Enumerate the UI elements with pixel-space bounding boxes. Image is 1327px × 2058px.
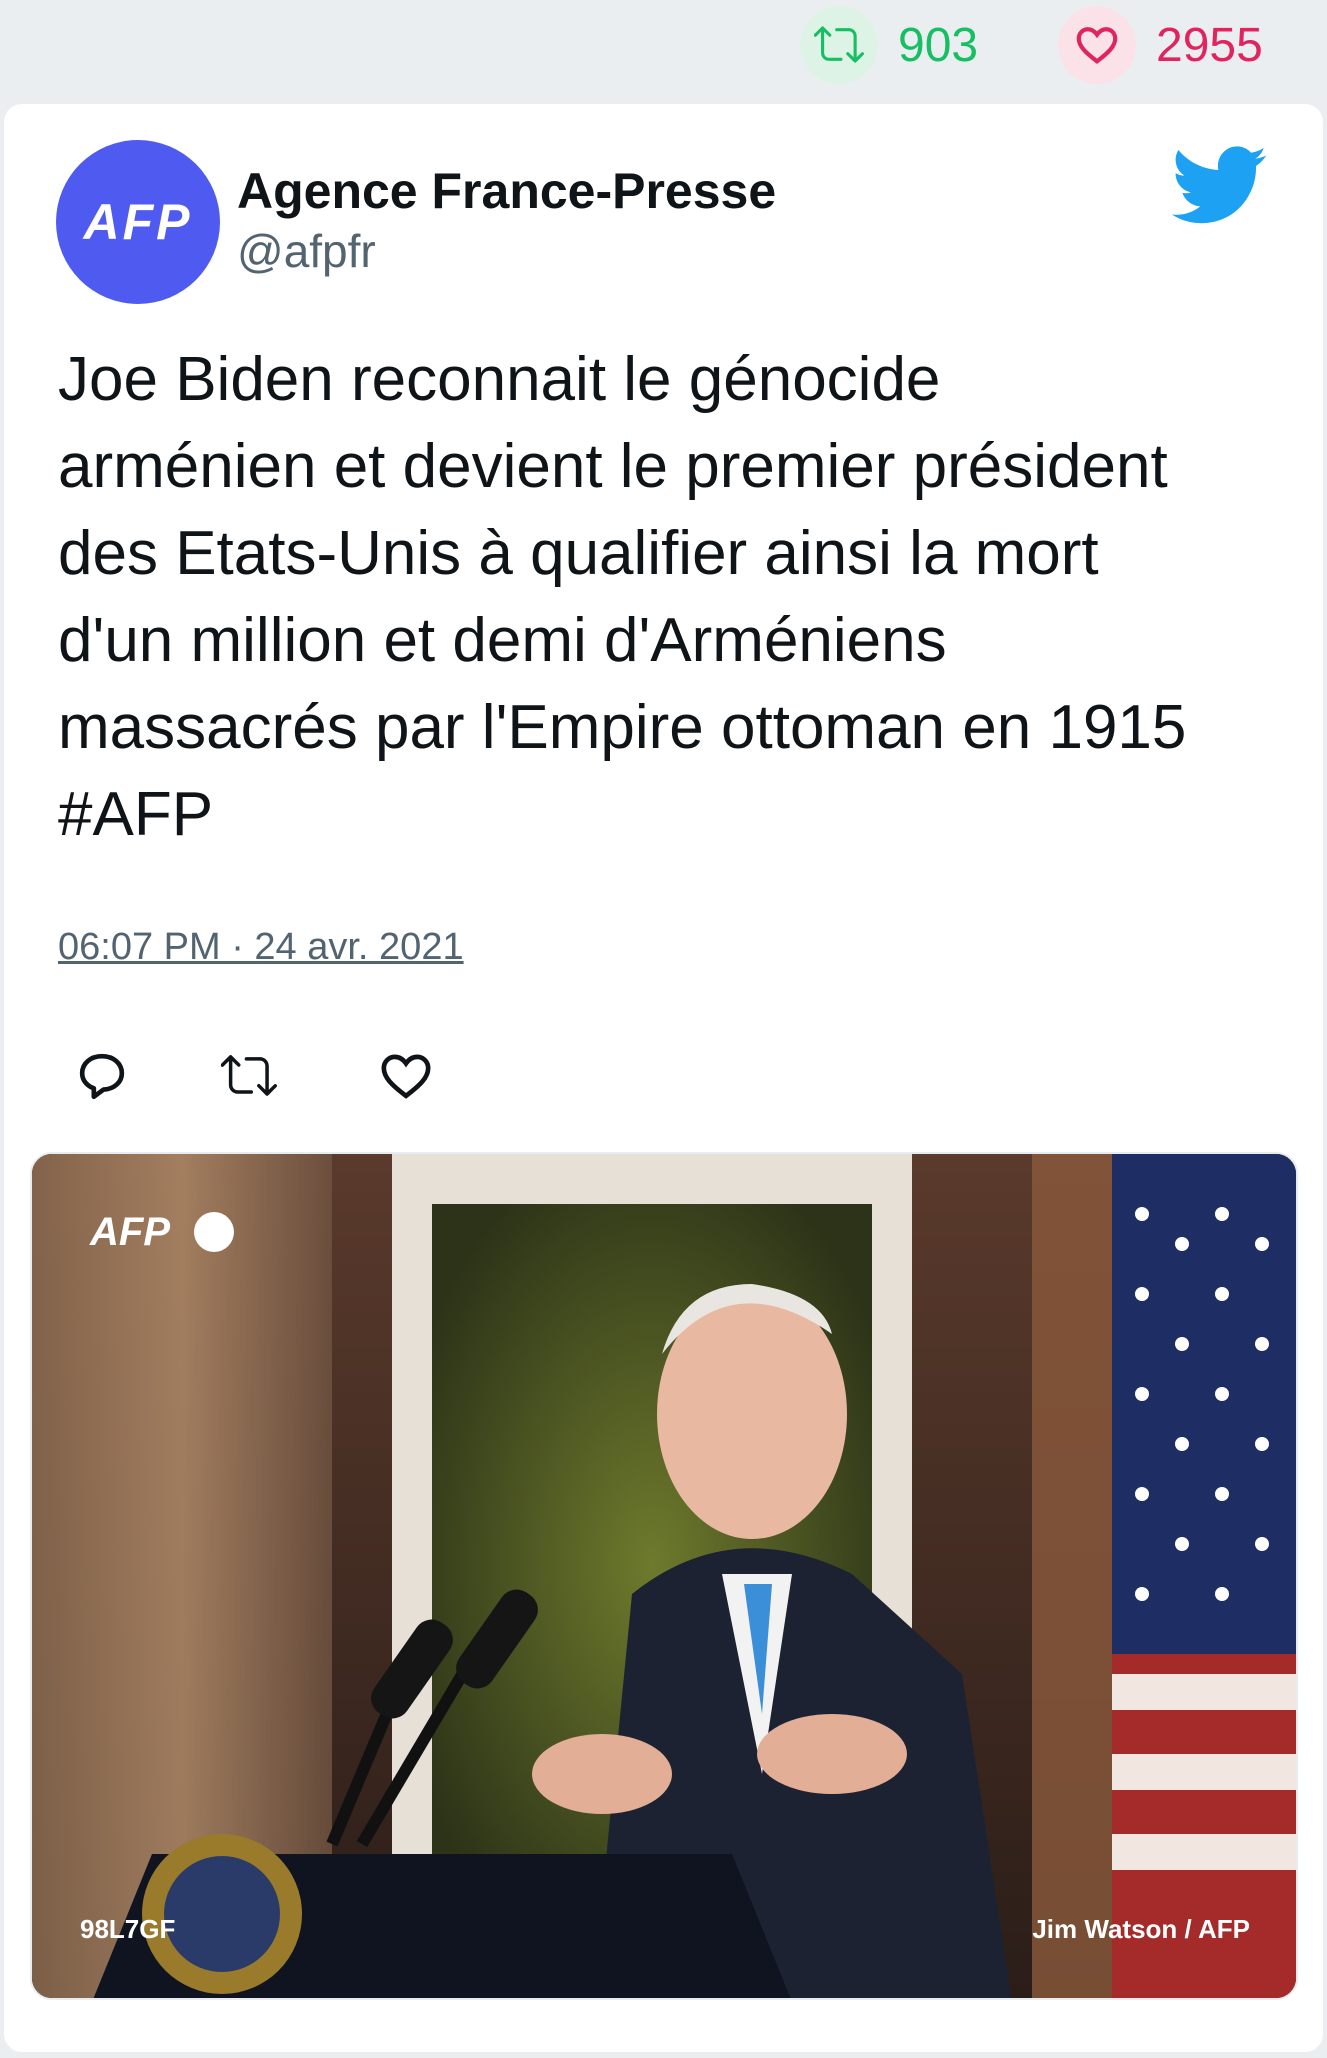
tweet-timestamp[interactable]: 06:07 PM · 24 avr. 2021 <box>58 926 464 969</box>
photo-scene <box>32 1154 1296 1998</box>
reply-icon[interactable] <box>74 1048 130 1104</box>
photo-watermark: AFP <box>90 1210 170 1254</box>
tweet-card: AFP Agence France-Presse @afpfr Joe Bide… <box>4 104 1323 2052</box>
tweet-text: Joe Biden reconnait le génocide arménien… <box>58 345 1187 849</box>
retweet-count: 903 <box>898 18 979 72</box>
heart-icon[interactable] <box>378 1048 434 1104</box>
like-count-stat[interactable]: 2955 <box>1058 6 1263 84</box>
tweet-photo[interactable]: AFP 98L7GF Jim Watson / AFP <box>30 1152 1298 2000</box>
avatar-label: AFP <box>83 194 193 250</box>
retweet-icon <box>800 6 878 84</box>
avatar[interactable]: AFP <box>56 140 220 304</box>
watermark-dot-icon <box>194 1212 234 1252</box>
retweet-icon[interactable] <box>221 1048 277 1104</box>
tweet-stats-bar: 903 2955 <box>0 0 1327 96</box>
twitter-bird-icon[interactable] <box>1172 146 1268 226</box>
heart-icon <box>1058 6 1136 84</box>
author-name[interactable]: Agence France-Presse <box>237 162 776 220</box>
photo-credit: Jim Watson / AFP <box>1032 1914 1250 1944</box>
photo-code: 98L7GF <box>80 1914 176 1944</box>
like-count: 2955 <box>1156 18 1263 72</box>
retweet-count-stat[interactable]: 903 <box>800 6 979 84</box>
author-handle[interactable]: @afpfr <box>237 224 376 278</box>
